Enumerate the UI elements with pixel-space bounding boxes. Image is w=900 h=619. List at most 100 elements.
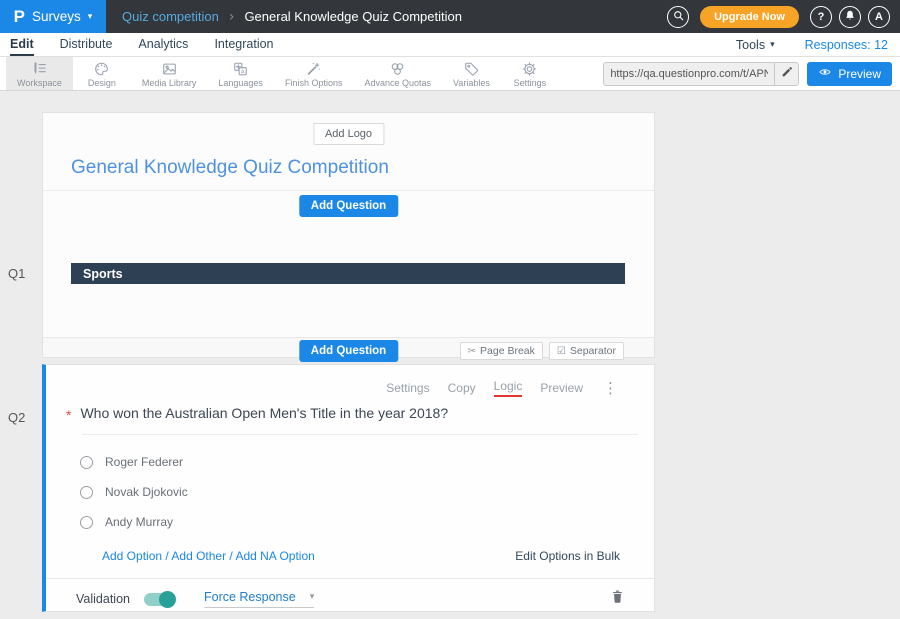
nav-right: Tools ▾ Responses: 12 [736, 33, 900, 56]
radio-button[interactable] [80, 456, 93, 469]
question-preview-link[interactable]: Preview [540, 381, 583, 395]
toolbar-item-media-library[interactable]: Media Library [131, 57, 208, 90]
add-logo-label: Add Logo [325, 128, 372, 140]
kebab-menu-icon[interactable]: ⋮ [603, 379, 618, 397]
toolbar-items: Workspace Design Media Library A Languag… [0, 57, 559, 90]
avatar-initial: A [875, 11, 883, 23]
validation-toggle[interactable] [144, 593, 174, 606]
edit-options-in-bulk-link[interactable]: Edit Options in Bulk [515, 549, 620, 563]
surveys-menu[interactable]: P Surveys ▾ [0, 0, 106, 33]
toolbar-item-label: Design [88, 78, 116, 88]
questionpro-logo: P [14, 7, 25, 27]
design-icon [93, 61, 110, 77]
help-button[interactable]: ? [810, 6, 832, 28]
question-index-q2: Q2 [8, 410, 25, 425]
add-question-label: Add Question [311, 345, 386, 357]
avatar[interactable]: A [868, 6, 890, 28]
option-label[interactable]: Andy Murray [105, 515, 173, 529]
toolbar-item-label: Finish Options [285, 78, 343, 88]
question-card-q2: Settings Copy Logic Preview ⋮ * Who won … [42, 364, 655, 612]
q1-presentation-text[interactable]: Sports [71, 263, 625, 284]
search-button[interactable] [667, 6, 689, 28]
survey-editor-canvas: Q1 Q2 Add Logo General Knowledge Quiz Co… [0, 91, 900, 619]
card-footer: Add Question ✂ Page Break ☑ Separator [43, 338, 654, 357]
survey-nav-bar: Edit Distribute Analytics Integration To… [0, 33, 900, 57]
separator-label: Separator [570, 345, 616, 357]
notifications-button[interactable] [839, 6, 861, 28]
toolbar-item-design[interactable]: Design [73, 57, 131, 90]
toolbar-right: Preview [603, 57, 900, 90]
add-question-button[interactable]: Add Question [299, 340, 398, 362]
tab-distribute[interactable]: Distribute [60, 33, 113, 56]
add-question-label: Add Question [311, 200, 386, 212]
page-break-label: Page Break [480, 345, 535, 357]
toolbar-item-variables[interactable]: Variables [442, 57, 501, 90]
question-input-underline [82, 434, 638, 435]
preview-button[interactable]: Preview [807, 62, 892, 86]
variables-icon [463, 61, 480, 77]
toolbar-item-advance-quotas[interactable]: Advance Quotas [353, 57, 442, 90]
toolbar-item-settings[interactable]: Settings [501, 57, 559, 90]
breadcrumb: Quiz competition › General Knowledge Qui… [122, 9, 462, 25]
option-row: Andy Murray [80, 515, 173, 529]
survey-title[interactable]: General Knowledge Quiz Competition [71, 157, 389, 179]
tab-label: Analytics [138, 37, 188, 51]
tools-dropdown[interactable]: Tools ▾ [736, 38, 775, 52]
question-copy-link[interactable]: Copy [448, 381, 476, 395]
upgrade-now-button[interactable]: Upgrade Now [700, 6, 799, 28]
validation-type-dropdown[interactable]: Force Response ▾ [204, 590, 314, 608]
question-settings-link[interactable]: Settings [386, 381, 429, 395]
validation-label: Validation [76, 592, 130, 606]
add-other-link[interactable]: Add Other [171, 549, 226, 563]
toolbar-item-languages[interactable]: A Languages [207, 57, 274, 90]
validation-type-value: Force Response [204, 590, 296, 604]
delete-question-button[interactable] [611, 589, 624, 609]
separator-button[interactable]: ☑ Separator [549, 342, 624, 360]
toolbar-item-workspace[interactable]: Workspace [6, 57, 73, 90]
toolbar-item-label: Settings [514, 78, 547, 88]
toolbar-item-label: Advance Quotas [364, 78, 431, 88]
responses-count[interactable]: Responses: 12 [805, 38, 888, 52]
add-logo-button[interactable]: Add Logo [313, 123, 384, 145]
page-break-icon: ✂ [468, 346, 476, 357]
toolbar-item-label: Languages [218, 78, 263, 88]
upgrade-now-label: Upgrade Now [714, 11, 785, 23]
product-name: Surveys [32, 9, 81, 24]
breadcrumb-survey-name: General Knowledge Quiz Competition [244, 9, 462, 24]
eye-icon [818, 66, 832, 81]
add-na-option-link[interactable]: Add NA Option [235, 549, 314, 563]
toolbar-item-label: Variables [453, 78, 490, 88]
page-break-button[interactable]: ✂ Page Break [460, 342, 543, 360]
languages-icon: A [232, 61, 249, 77]
add-question-button[interactable]: Add Question [299, 195, 398, 217]
media-library-icon [161, 61, 178, 77]
question-actions: Settings Copy Logic Preview ⋮ [386, 379, 618, 397]
toolbar-item-finish-options[interactable]: Finish Options [274, 57, 354, 90]
bell-icon [844, 9, 856, 25]
tab-analytics[interactable]: Analytics [138, 33, 188, 56]
divider [43, 190, 654, 191]
radio-button[interactable] [80, 516, 93, 529]
edit-url-button[interactable] [774, 63, 798, 85]
breadcrumb-folder[interactable]: Quiz competition [122, 9, 219, 24]
option-label[interactable]: Novak Djokovic [105, 485, 188, 499]
toolbar-item-label: Workspace [17, 78, 62, 88]
top-bar-actions: Upgrade Now ? A [667, 6, 900, 28]
tools-label: Tools [736, 38, 765, 52]
question-logic-link[interactable]: Logic [494, 379, 523, 397]
survey-url-input[interactable] [604, 63, 774, 85]
question-text[interactable]: Who won the Australian Open Men's Title … [80, 405, 448, 423]
toolbar-item-label: Media Library [142, 78, 197, 88]
required-asterisk: * [66, 405, 71, 423]
separator-checkbox-icon: ☑ [557, 346, 566, 357]
settings-icon [521, 61, 538, 77]
option-label[interactable]: Roger Federer [105, 455, 183, 469]
survey-tabs: Edit Distribute Analytics Integration [0, 33, 274, 56]
tab-edit[interactable]: Edit [10, 33, 34, 56]
survey-header-card: Add Logo General Knowledge Quiz Competit… [42, 112, 655, 358]
radio-button[interactable] [80, 486, 93, 499]
add-option-link[interactable]: Add Option [102, 549, 162, 563]
divider [46, 578, 654, 579]
option-row: Novak Djokovic [80, 485, 188, 499]
tab-integration[interactable]: Integration [214, 33, 273, 56]
